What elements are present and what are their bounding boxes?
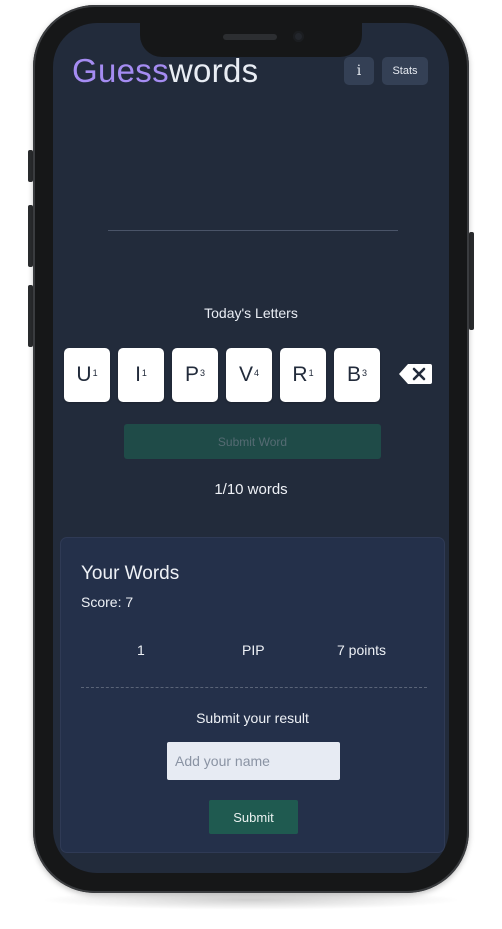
word-index: 1 xyxy=(137,642,145,658)
table-row: 1 PIP 7 points xyxy=(61,642,444,662)
tile-points: 1 xyxy=(308,368,314,378)
phone-notch xyxy=(140,23,362,57)
camera-icon xyxy=(293,31,304,42)
submit-result-heading: Submit your result xyxy=(196,710,309,726)
tile-letter: U xyxy=(76,363,92,386)
speaker-grille xyxy=(223,34,277,40)
words-progress: 1/10 words xyxy=(214,481,288,498)
dashed-divider xyxy=(81,687,427,688)
word-points: 7 points xyxy=(337,642,387,658)
tile-letter: I xyxy=(135,363,141,386)
letter-tile[interactable]: R1 xyxy=(280,348,326,402)
letter-tile[interactable]: U1 xyxy=(64,348,110,402)
tile-points: 4 xyxy=(254,368,260,378)
info-icon: i xyxy=(356,63,362,79)
tile-points: 1 xyxy=(92,368,98,378)
app-title: Guesswords xyxy=(72,51,258,91)
tile-letter: R xyxy=(292,363,308,386)
backspace-button[interactable] xyxy=(398,362,434,386)
stats-button[interactable]: Stats xyxy=(382,57,428,85)
score-text: Score: 7 xyxy=(81,594,134,610)
letter-tile[interactable]: P3 xyxy=(172,348,218,402)
info-button[interactable]: i xyxy=(344,57,374,85)
tile-letter: B xyxy=(346,363,361,386)
tile-letter: V xyxy=(238,363,253,386)
stage: Guesswords i Stats Today's Letters U1 I1… xyxy=(0,0,502,929)
app-title-guess: Guess xyxy=(72,52,169,89)
your-words-card: Your Words Score: 7 1 PIP 7 points Submi… xyxy=(60,537,445,853)
name-input[interactable] xyxy=(167,742,340,780)
backspace-icon xyxy=(399,364,432,384)
your-words-title: Your Words xyxy=(81,563,180,584)
tile-points: 3 xyxy=(200,368,206,378)
letter-tile[interactable]: V4 xyxy=(226,348,272,402)
letter-tile[interactable]: B3 xyxy=(334,348,380,402)
submit-word-button[interactable]: Submit Word xyxy=(124,424,381,459)
tile-letter: P xyxy=(184,363,199,386)
app-screen: Guesswords i Stats Today's Letters U1 I1… xyxy=(53,23,449,873)
power-button xyxy=(469,232,474,330)
letter-tile[interactable]: I1 xyxy=(118,348,164,402)
tile-points: 3 xyxy=(362,368,368,378)
guess-divider xyxy=(108,230,398,231)
phone-shadow xyxy=(40,890,462,910)
word-text: PIP xyxy=(242,642,265,658)
app-title-words: words xyxy=(168,52,259,89)
submit-button[interactable]: Submit xyxy=(209,800,298,834)
tile-points: 1 xyxy=(141,368,147,378)
letters-heading: Today's Letters xyxy=(204,305,298,321)
